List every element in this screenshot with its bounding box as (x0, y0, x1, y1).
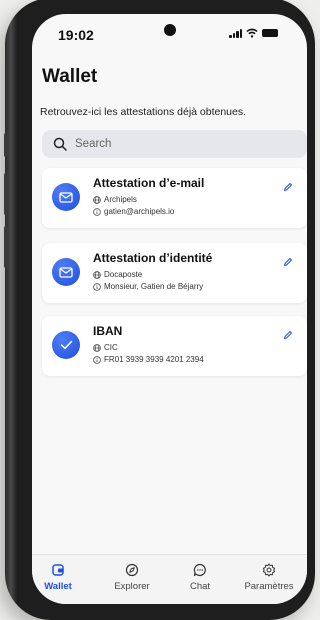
chat-icon (193, 563, 206, 577)
globe-icon (93, 343, 101, 352)
card-avatar (52, 331, 80, 359)
tab-label: Paramètres (244, 581, 294, 592)
card-detail-text: gatien@archipels.io (104, 207, 175, 216)
gear-icon (262, 563, 276, 577)
mail-icon (59, 266, 73, 278)
tab-label: Chat (189, 581, 211, 592)
front-camera (164, 24, 176, 36)
phone-side-button (4, 226, 8, 268)
tab-wallet[interactable]: Wallet (32, 563, 88, 592)
card-title: Attestation d’e-mail (93, 176, 205, 190)
card-issuer: Archipels (93, 195, 137, 204)
status-bar: 19:02 (32, 14, 307, 54)
tab-parametres[interactable]: Paramètres (239, 563, 299, 592)
mail-icon (59, 191, 73, 203)
card-detail: gatien@archipels.io (93, 207, 174, 216)
card-issuer-text: Archipels (104, 195, 137, 204)
card-issuer: CIC (93, 343, 118, 352)
page-subtitle: Retrouvez-ici les attestations déjà obte… (40, 106, 247, 118)
battery-icon (262, 29, 278, 37)
info-icon (93, 282, 101, 291)
search-input[interactable]: Search (75, 138, 111, 150)
phone-side-button (4, 173, 8, 215)
info-icon (93, 355, 101, 364)
tab-label: Wallet (44, 581, 72, 592)
page-title: Wallet (42, 66, 98, 87)
wallet-icon (52, 564, 64, 576)
edit-icon[interactable] (283, 182, 293, 192)
card-title: IBAN (93, 324, 123, 338)
check-icon (60, 340, 72, 350)
status-icons (229, 28, 278, 38)
info-icon (93, 207, 101, 216)
card-detail-text: Monsieur, Gatien de Béjarry (104, 282, 204, 291)
card-detail: FR01 3939 3939 4201 2394 (93, 355, 204, 364)
tab-explorer[interactable]: Explorer (102, 563, 162, 592)
card-issuer: Docaposte (93, 270, 142, 279)
search-bar[interactable]: Search (42, 130, 307, 158)
tab-chat[interactable]: Chat (170, 563, 230, 592)
compass-icon (125, 563, 139, 577)
edit-icon[interactable] (283, 330, 293, 340)
attestation-card-email[interactable]: Attestation d’e-mail Archipels gatien@ar… (42, 168, 307, 228)
attestation-card-identity[interactable]: Attestation d’identité Docaposte Monsieu… (42, 243, 307, 303)
card-detail: Monsieur, Gatien de Béjarry (93, 282, 203, 291)
globe-icon (93, 195, 101, 204)
wifi-icon (246, 28, 258, 38)
signal-icon (229, 28, 242, 38)
card-issuer-text: CIC (104, 343, 118, 352)
globe-icon (93, 270, 101, 279)
card-avatar (52, 258, 80, 286)
card-issuer-text: Docaposte (104, 270, 143, 279)
bottom-tab-bar: Wallet Explorer Chat Paramètres (32, 554, 307, 604)
phone-screen: 19:02 Wallet Retrouvez-ici les attestati… (32, 14, 307, 604)
edit-icon[interactable] (283, 257, 293, 267)
card-title: Attestation d’identité (93, 251, 213, 265)
search-icon (53, 137, 67, 151)
phone-side-button (4, 133, 8, 157)
status-time: 19:02 (58, 27, 94, 43)
card-detail-text: FR01 3939 3939 4201 2394 (104, 355, 204, 364)
tab-label: Explorer (114, 581, 150, 592)
card-avatar (52, 183, 80, 211)
attestation-card-iban[interactable]: IBAN CIC FR01 3939 3939 4201 2394 (42, 316, 307, 376)
